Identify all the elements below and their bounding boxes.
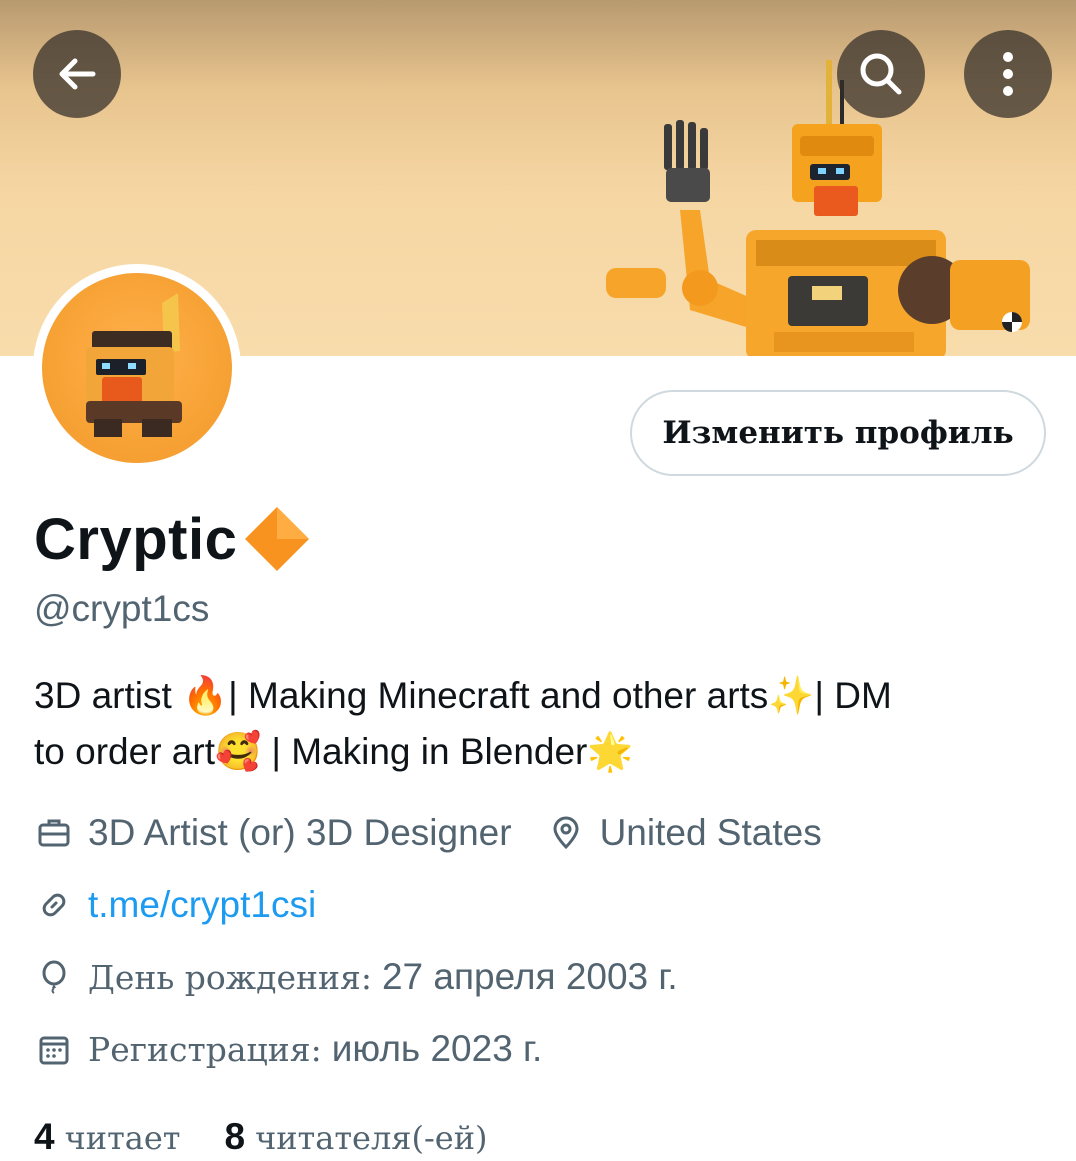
avatar-robot-image bbox=[86, 293, 182, 437]
joined-label: Регистрация: bbox=[88, 1029, 322, 1069]
birthday-value: 27 апреля 2003 г. bbox=[381, 956, 678, 997]
bio-line: to order art🥰 | Making in Blender🌟 bbox=[34, 731, 634, 772]
profile-meta-joined: Регистрация: июль 2023 г. bbox=[34, 1028, 542, 1070]
followers-link[interactable]: 8 читателя(-ей) bbox=[224, 1116, 487, 1158]
briefcase-icon bbox=[34, 813, 74, 853]
following-link[interactable]: 4 читает bbox=[34, 1116, 180, 1158]
profile-bio: 3D artist 🔥| Making Minecraft and other … bbox=[34, 668, 1044, 780]
avatar[interactable] bbox=[33, 264, 241, 472]
profile-meta-link: t.me/crypt1csi bbox=[34, 884, 316, 926]
follow-stats: 4 читает 8 читателя(-ей) bbox=[34, 1116, 532, 1158]
profile-handle: @crypt1cs bbox=[34, 588, 210, 629]
more-vertical-icon bbox=[1003, 52, 1013, 96]
location-pin-icon bbox=[546, 813, 586, 853]
bio-line: 3D artist 🔥| Making Minecraft and other … bbox=[34, 675, 892, 716]
profile-meta-birthday: День рождения: 27 апреля 2003 г. bbox=[34, 956, 678, 998]
following-count: 4 bbox=[34, 1116, 55, 1157]
location-text: United States bbox=[599, 812, 822, 853]
followers-label: читателя(-ей) bbox=[255, 1119, 488, 1157]
back-button[interactable] bbox=[33, 30, 121, 118]
more-options-button[interactable] bbox=[964, 30, 1052, 118]
balloon-icon bbox=[34, 957, 74, 997]
joined-value: июль 2023 г. bbox=[331, 1028, 543, 1069]
calendar-icon bbox=[34, 1029, 74, 1069]
profession-text: 3D Artist (or) 3D Designer bbox=[88, 812, 512, 853]
display-name: Cryptic bbox=[34, 506, 238, 572]
search-button[interactable] bbox=[837, 30, 925, 118]
search-icon bbox=[860, 53, 902, 95]
profile-name-row: Cryptic bbox=[34, 503, 313, 575]
arrow-left-icon bbox=[59, 58, 96, 90]
orange-diamond-icon bbox=[245, 507, 310, 571]
profile-link[interactable]: t.me/crypt1csi bbox=[88, 884, 316, 926]
link-icon bbox=[34, 885, 74, 925]
birthday-label: День рождения: bbox=[88, 957, 372, 997]
followers-count: 8 bbox=[224, 1116, 246, 1157]
profile-meta-profession-location: 3D Artist (or) 3D Designer United States bbox=[34, 812, 822, 854]
edit-profile-button[interactable]: Изменить профиль bbox=[630, 390, 1046, 476]
following-label: читает bbox=[64, 1119, 181, 1157]
